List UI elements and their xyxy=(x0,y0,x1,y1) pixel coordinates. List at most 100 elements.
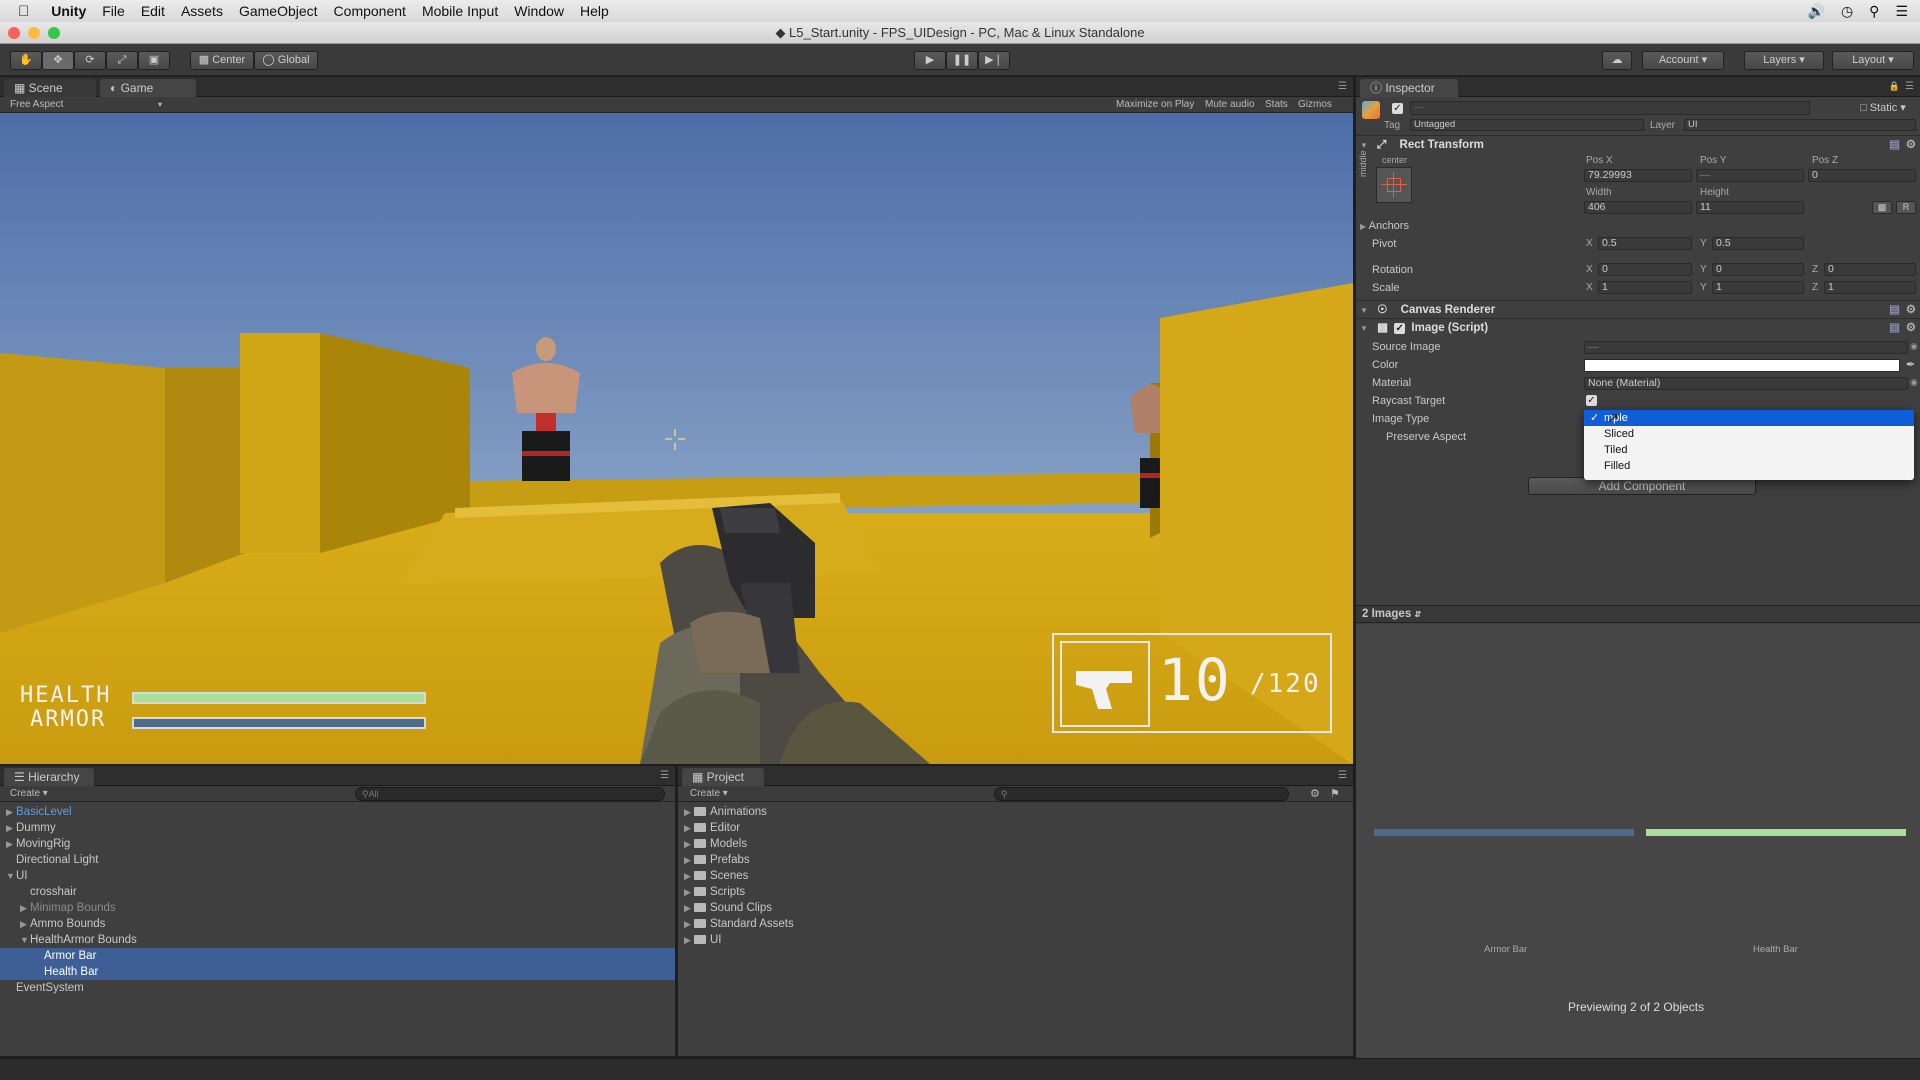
image-type-option[interactable]: ✓ mple xyxy=(1584,410,1914,426)
menu-help[interactable]: Help xyxy=(572,0,617,22)
project-folder[interactable]: ▶ Models xyxy=(678,836,747,852)
hierarchy-item[interactable]: ▶ BasicLevel xyxy=(0,804,675,820)
foldout-right-icon[interactable]: ▶ xyxy=(684,804,694,820)
blueprint-mode-button[interactable]: ▩ xyxy=(1872,201,1892,214)
image-script-header[interactable]: ▼ ▩ ✓ Image (Script) ▤ ⚙ xyxy=(1356,318,1920,336)
close-window-button[interactable] xyxy=(8,27,20,39)
time-machine-icon[interactable]: ◷ xyxy=(1841,0,1853,22)
filter-by-label-icon[interactable]: ⚑ xyxy=(1330,786,1340,802)
scale-y-field[interactable]: 1 xyxy=(1712,281,1804,294)
object-picker-icon[interactable]: ◉ xyxy=(1910,341,1918,352)
layers-dropdown[interactable]: Layers ▾ xyxy=(1744,51,1824,70)
move-tool-button[interactable]: ✥ xyxy=(42,51,74,70)
hierarchy-item[interactable]: Health Bar xyxy=(0,964,675,980)
tab-scene[interactable]: ▦ Scene xyxy=(4,79,96,97)
preview-header[interactable]: 2 Images ⇵ xyxy=(1356,605,1920,623)
lock-icon[interactable]: 🔒 xyxy=(1889,81,1900,92)
rect-tool-button[interactable]: ▣ xyxy=(138,51,170,70)
scale-z-field[interactable]: 1 xyxy=(1824,281,1916,294)
pivot-y-field[interactable]: 0.5 xyxy=(1712,237,1804,250)
canvas-renderer-header[interactable]: ▼ ☉ Canvas Renderer ▤ ⚙ xyxy=(1356,300,1920,318)
image-enabled-checkbox[interactable]: ✓ xyxy=(1394,323,1406,334)
panel-menu-icon[interactable]: ☰ xyxy=(1905,81,1914,92)
hierarchy-item[interactable]: Armor Bar xyxy=(0,948,675,964)
rotation-x-field[interactable]: 0 xyxy=(1598,263,1692,276)
active-checkbox[interactable]: ✓ xyxy=(1392,103,1403,114)
foldout-right-icon[interactable]: ▶ xyxy=(684,916,694,932)
component-settings-gear-icon[interactable]: ⚙ xyxy=(1906,136,1916,154)
pos-x-field[interactable]: 79.29993 xyxy=(1584,169,1692,182)
menu-mobile-input[interactable]: Mobile Input xyxy=(414,0,506,22)
help-book-icon[interactable]: ▤ xyxy=(1889,301,1900,319)
foldout-right-icon[interactable]: ▶ xyxy=(6,804,16,820)
foldout-right-icon[interactable]: ▶ xyxy=(684,868,694,884)
component-settings-gear-icon[interactable]: ⚙ xyxy=(1906,319,1916,337)
image-type-option[interactable]: Filled xyxy=(1584,458,1914,474)
menu-edit[interactable]: Edit xyxy=(133,0,173,22)
width-field[interactable]: 406 xyxy=(1584,201,1692,214)
height-field[interactable]: 11 xyxy=(1696,201,1804,214)
help-book-icon[interactable]: ▤ xyxy=(1889,136,1900,154)
pos-z-field[interactable]: 0 xyxy=(1808,169,1916,182)
source-image-field[interactable]: — xyxy=(1584,341,1908,354)
apple-icon[interactable]:  xyxy=(0,3,43,20)
space-global-toggle[interactable]: ◯ Global xyxy=(254,51,318,70)
foldout-right-icon[interactable]: ▶ xyxy=(6,820,16,836)
project-folder[interactable]: ▶ Editor xyxy=(678,820,740,836)
foldout-right-icon[interactable]: ▶ xyxy=(20,900,30,916)
spotlight-search-icon[interactable]: ⚲ xyxy=(1869,0,1879,22)
hierarchy-create-dropdown[interactable]: Create ▾ xyxy=(10,786,48,802)
raycast-target-checkbox[interactable]: ✓ xyxy=(1586,395,1597,406)
rotation-y-field[interactable]: 0 xyxy=(1712,263,1804,276)
collab-cloud-button[interactable]: ☁ xyxy=(1602,51,1632,70)
notification-center-icon[interactable]: ☰ xyxy=(1895,0,1908,22)
help-book-icon[interactable]: ▤ xyxy=(1889,319,1900,337)
gizmos-dropdown[interactable]: Gizmos xyxy=(1298,97,1332,113)
project-folder[interactable]: ▶ Sound Clips xyxy=(678,900,772,916)
step-button[interactable]: ▶❘ xyxy=(978,51,1010,70)
hierarchy-search-input[interactable]: ⚲All xyxy=(355,787,665,801)
foldout-right-icon[interactable]: ▶ xyxy=(684,852,694,868)
layout-dropdown[interactable]: Layout ▾ xyxy=(1832,51,1914,70)
maximize-on-play-toggle[interactable]: Maximize on Play xyxy=(1116,97,1194,113)
anchor-presets-button[interactable] xyxy=(1376,167,1412,203)
foldout-right-icon[interactable]: ▶ xyxy=(684,836,694,852)
hierarchy-item[interactable]: ▼HealthArmor Bounds xyxy=(0,932,675,948)
rotation-z-field[interactable]: 0 xyxy=(1824,263,1916,276)
panel-menu-icon[interactable]: ☰ xyxy=(1338,770,1347,781)
hierarchy-item[interactable]: Directional Light xyxy=(0,852,675,868)
tab-project[interactable]: ▦ Project xyxy=(682,768,764,786)
eyedropper-icon[interactable]: ✒ xyxy=(1906,358,1915,371)
tab-game[interactable]: ◐ Game xyxy=(100,79,196,97)
component-settings-gear-icon[interactable]: ⚙ xyxy=(1906,301,1916,319)
pivot-x-field[interactable]: 0.5 xyxy=(1598,237,1692,250)
foldout-down-icon[interactable]: ▼ xyxy=(6,868,16,884)
panel-menu-icon[interactable]: ☰ xyxy=(1338,81,1347,92)
scale-tool-button[interactable]: ⤢ xyxy=(106,51,138,70)
pause-button[interactable]: ❚❚ xyxy=(946,51,978,70)
foldout-right-icon[interactable]: ▶ xyxy=(684,900,694,916)
project-folder[interactable]: ▶ Prefabs xyxy=(678,852,750,868)
zoom-window-button[interactable] xyxy=(48,27,60,39)
play-button[interactable]: ▶ xyxy=(914,51,946,70)
project-folder[interactable]: ▶ Animations xyxy=(678,804,767,820)
hand-tool-button[interactable]: ✋ xyxy=(10,51,42,70)
foldout-right-icon[interactable]: ▶ xyxy=(6,836,16,852)
hierarchy-item[interactable]: EventSystem xyxy=(0,980,675,996)
menu-assets[interactable]: Assets xyxy=(173,0,231,22)
material-field[interactable]: None (Material) xyxy=(1584,377,1908,390)
hierarchy-item[interactable]: ▶ Minimap Bounds xyxy=(0,900,675,916)
hierarchy-item[interactable]: ▼UI xyxy=(0,868,675,884)
project-search-input[interactable]: ⚲ xyxy=(994,787,1289,801)
panel-menu-icon[interactable]: ☰ xyxy=(660,770,669,781)
object-name-field[interactable]: — xyxy=(1410,101,1810,115)
volume-icon[interactable]: 🔊 xyxy=(1808,0,1825,22)
menu-component[interactable]: Component xyxy=(326,0,414,22)
stats-toggle[interactable]: Stats xyxy=(1265,97,1288,113)
rotate-tool-button[interactable]: ⟳ xyxy=(74,51,106,70)
pos-y-field[interactable]: — xyxy=(1696,169,1804,182)
mute-audio-toggle[interactable]: Mute audio xyxy=(1205,97,1254,113)
layer-dropdown[interactable]: UI xyxy=(1684,119,1916,131)
tab-inspector[interactable]: ⓘ Inspector xyxy=(1360,79,1458,97)
foldout-right-icon[interactable]: ▶ xyxy=(684,932,694,948)
